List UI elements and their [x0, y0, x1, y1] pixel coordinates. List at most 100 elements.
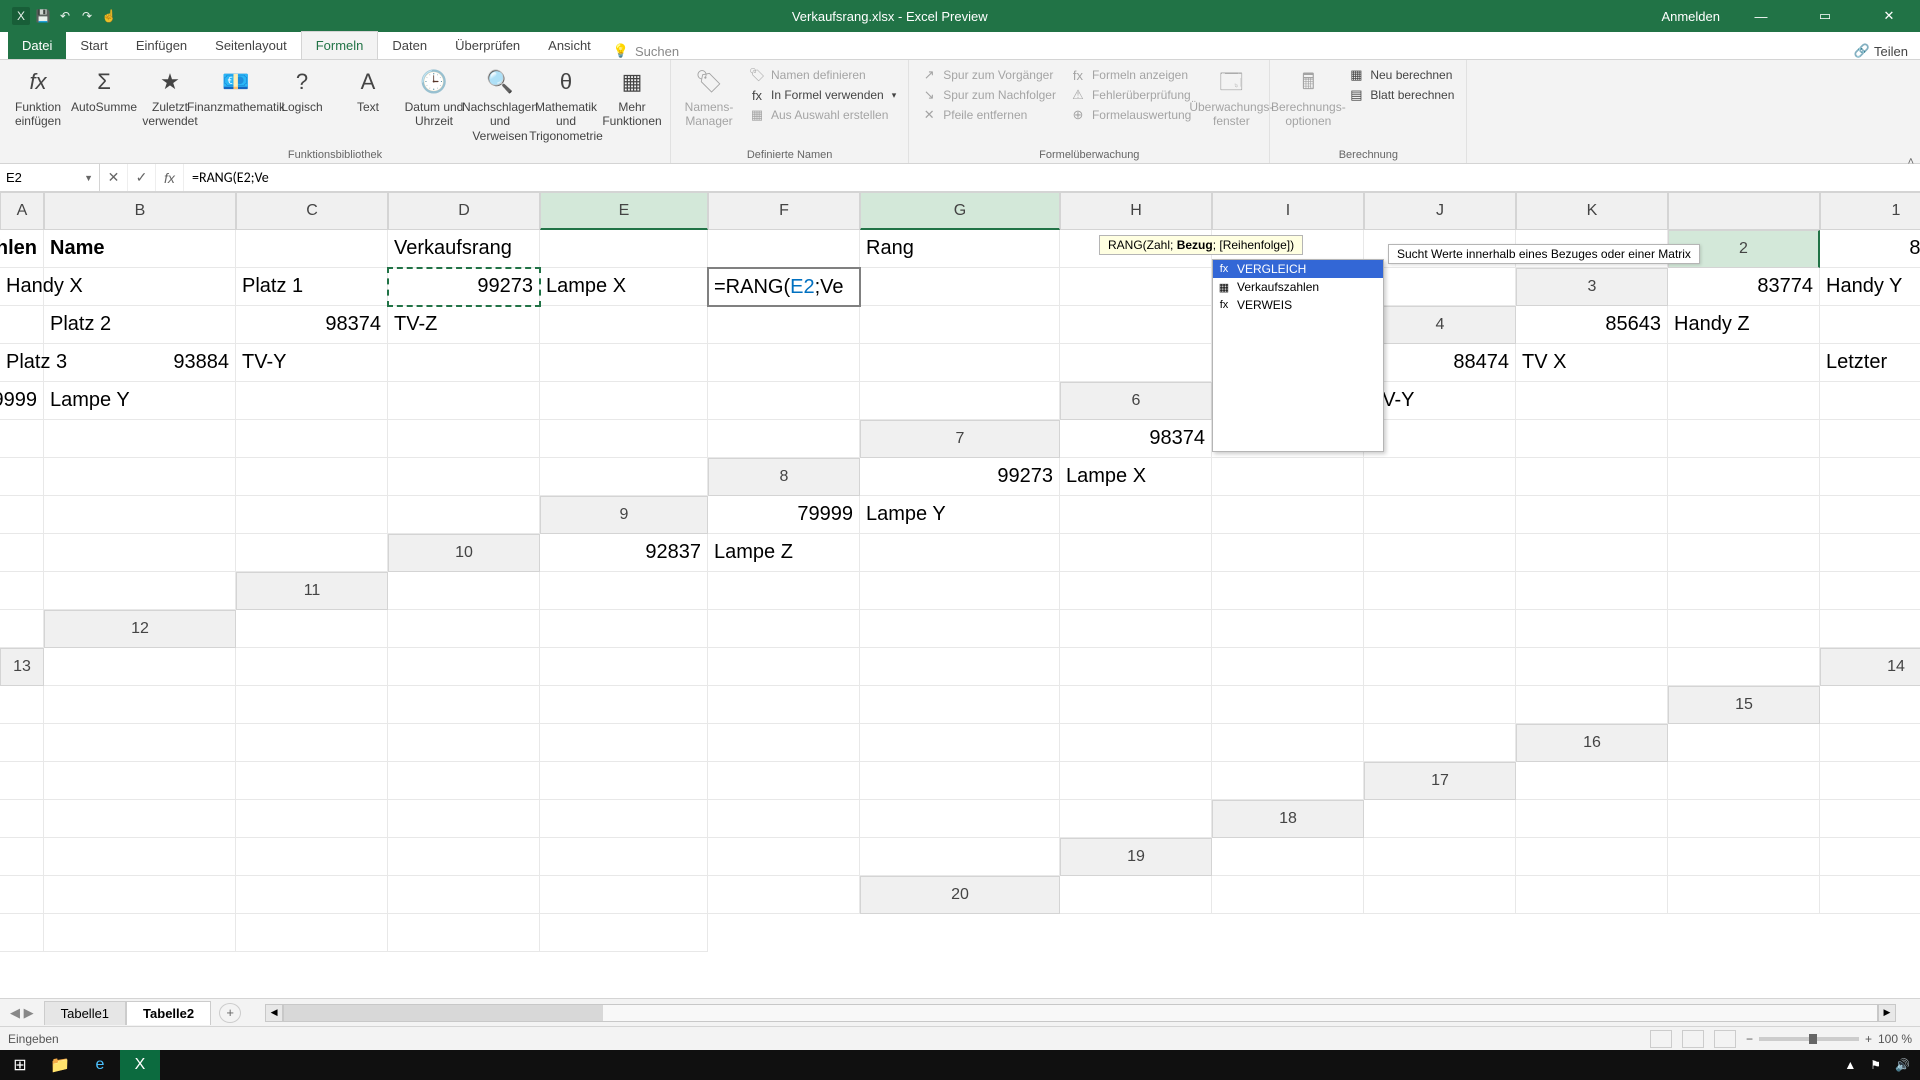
cell[interactable] [1364, 572, 1516, 610]
cell[interactable] [860, 344, 1060, 382]
cell[interactable] [540, 306, 708, 344]
cell[interactable] [1212, 572, 1364, 610]
cell[interactable] [1212, 762, 1364, 800]
cell[interactable] [1212, 876, 1364, 914]
cell[interactable] [1364, 610, 1516, 648]
cell[interactable] [860, 648, 1060, 686]
cell[interactable] [1060, 306, 1212, 344]
cell[interactable] [708, 876, 860, 914]
column-header[interactable]: H [1060, 192, 1212, 230]
cell[interactable]: 85643 [1516, 306, 1668, 344]
cell[interactable]: 84377 [1820, 230, 1920, 268]
cell[interactable]: TV-Y [236, 344, 388, 382]
cell[interactable]: Verkaufszahlen [0, 230, 44, 268]
cell[interactable] [540, 344, 708, 382]
cell[interactable] [860, 762, 1060, 800]
cell[interactable] [708, 648, 860, 686]
lookup-button[interactable]: 🔍Nachschlagen und Verweisen [468, 62, 532, 143]
zoom-slider[interactable]: − + 100 % [1746, 1032, 1912, 1046]
cell[interactable] [388, 420, 540, 458]
cell[interactable] [708, 610, 860, 648]
cell[interactable] [1516, 382, 1668, 420]
tell-me-search[interactable]: 💡 Suchen [613, 43, 679, 59]
cell[interactable] [1364, 800, 1516, 838]
column-header[interactable]: I [1212, 192, 1364, 230]
cell[interactable] [388, 914, 540, 952]
signin-link[interactable]: Anmelden [1661, 9, 1720, 24]
cell[interactable] [1516, 686, 1668, 724]
row-header[interactable]: 19 [1060, 838, 1212, 876]
cancel-formula-button[interactable]: ✕ [100, 164, 128, 191]
cell[interactable] [1668, 724, 1820, 762]
cell[interactable] [236, 458, 388, 496]
cell[interactable] [1060, 496, 1212, 534]
cell[interactable]: 99273 [388, 268, 540, 306]
cell[interactable] [236, 838, 388, 876]
cell[interactable] [1060, 686, 1212, 724]
autocomplete-item[interactable]: ▦Verkaufszahlen [1213, 278, 1383, 296]
cell[interactable] [236, 686, 388, 724]
cell[interactable] [1516, 610, 1668, 648]
cell[interactable] [236, 230, 388, 268]
row-header[interactable]: 17 [1364, 762, 1516, 800]
cell[interactable]: Platz 1 [236, 268, 388, 306]
cell[interactable] [540, 724, 708, 762]
cell[interactable] [540, 230, 708, 268]
cell[interactable] [1820, 838, 1920, 876]
cell[interactable]: TV-Z [388, 306, 540, 344]
cell[interactable] [708, 420, 860, 458]
name-box-input[interactable] [6, 170, 84, 185]
cell[interactable] [1212, 648, 1364, 686]
start-button[interactable]: ⊞ [0, 1050, 40, 1080]
autocomplete-item[interactable]: fxVERGLEICH [1213, 260, 1383, 278]
cell[interactable] [236, 382, 388, 420]
cell[interactable] [0, 420, 44, 458]
minimize-button[interactable]: — [1738, 0, 1784, 32]
cell[interactable] [1668, 420, 1820, 458]
cell[interactable]: 88474 [1364, 344, 1516, 382]
cell[interactable] [1060, 534, 1212, 572]
cell[interactable] [1364, 838, 1516, 876]
zoom-in-icon[interactable]: + [1865, 1032, 1872, 1046]
column-header[interactable]: E [540, 192, 708, 230]
financial-button[interactable]: 💶Finanzmathematik [204, 62, 268, 114]
cell[interactable] [236, 496, 388, 534]
column-header[interactable]: F [708, 192, 860, 230]
view-normal-button[interactable] [1650, 1030, 1672, 1048]
sheet-nav-buttons[interactable]: ◀ ▶ [0, 1005, 44, 1021]
zoom-out-icon[interactable]: − [1746, 1032, 1753, 1046]
cell[interactable] [0, 534, 44, 572]
view-pagelayout-button[interactable] [1682, 1030, 1704, 1048]
view-pagebreak-button[interactable] [1714, 1030, 1736, 1048]
enter-formula-button[interactable]: ✓ [128, 164, 156, 191]
cell[interactable] [236, 914, 388, 952]
logical-button[interactable]: ?Logisch [270, 62, 334, 114]
touch-mode-icon[interactable]: ☝ [100, 7, 118, 25]
cell[interactable]: Platz 2 [44, 306, 236, 344]
cell[interactable] [1668, 648, 1820, 686]
cell[interactable] [1820, 458, 1920, 496]
cell[interactable] [1364, 420, 1516, 458]
horizontal-scrollbar[interactable]: ◀ ▶ [265, 1004, 1896, 1022]
cell[interactable] [1060, 724, 1212, 762]
cell[interactable] [44, 572, 236, 610]
tray-expand-icon[interactable]: ▲ [1844, 1058, 1856, 1072]
cell[interactable] [540, 876, 708, 914]
cell[interactable] [860, 534, 1060, 572]
cell[interactable] [1820, 724, 1920, 762]
cell[interactable] [708, 572, 860, 610]
cell[interactable] [1060, 268, 1212, 306]
fx-button[interactable]: fx [156, 164, 184, 191]
cell[interactable] [0, 876, 44, 914]
cell[interactable] [1668, 534, 1820, 572]
maximize-button[interactable]: ▭ [1802, 0, 1848, 32]
cell[interactable] [44, 534, 236, 572]
cell[interactable] [1364, 496, 1516, 534]
math-button[interactable]: θMathematik und Trigonometrie [534, 62, 598, 143]
cell[interactable] [44, 686, 236, 724]
cell[interactable] [540, 686, 708, 724]
cell[interactable] [1516, 762, 1668, 800]
cell[interactable] [860, 572, 1060, 610]
cell[interactable] [388, 610, 540, 648]
cell[interactable] [0, 610, 44, 648]
